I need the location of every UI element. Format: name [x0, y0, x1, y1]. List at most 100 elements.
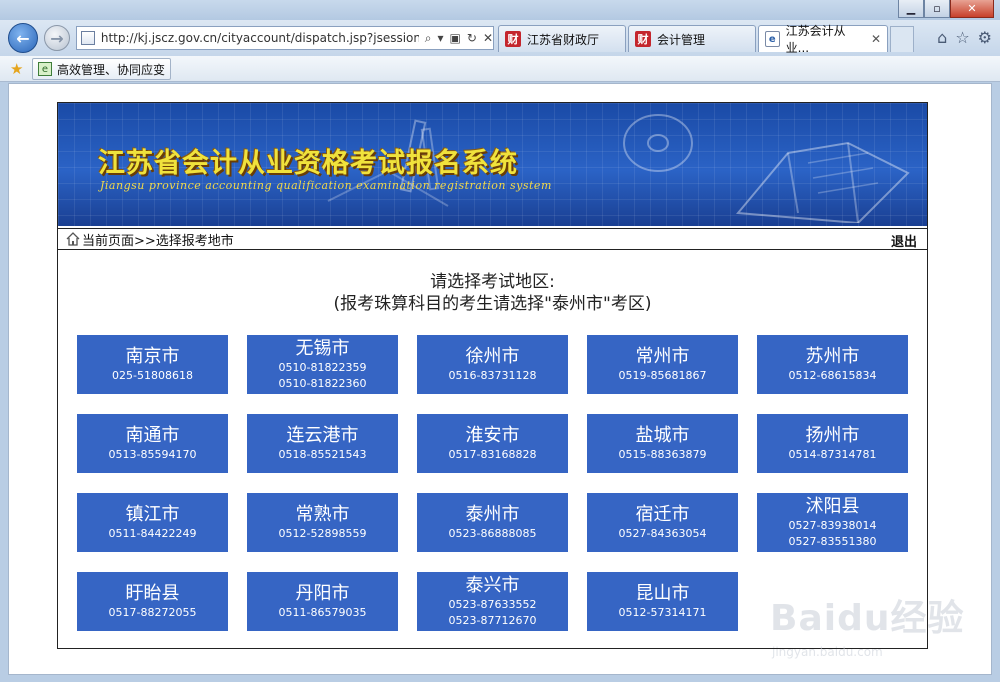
city-phone: 0514-87314781: [788, 447, 877, 461]
breadcrumb-text: 当前页面>>选择报考地市: [82, 233, 234, 249]
close-window-button[interactable]: ✕: [950, 0, 994, 18]
city-phone: 025-51808618: [112, 368, 193, 382]
city-phone: 0515-88363879: [618, 447, 707, 461]
window-controls: ▁ ▫ ✕: [898, 0, 994, 18]
logout-link[interactable]: 退出: [891, 231, 917, 250]
address-bar[interactable]: http://kj.jscz.gov.cn/cityaccount/dispat…: [76, 26, 494, 50]
gear-icon[interactable]: ⚙: [978, 28, 992, 47]
city-name: 泰州市: [465, 503, 520, 525]
city-button[interactable]: 苏州市 0512-68615834: [757, 335, 908, 394]
favorites-add-icon[interactable]: ★: [10, 60, 23, 78]
city-name: 淮安市: [465, 424, 520, 446]
tab-current[interactable]: e 江苏会计从业... ✕: [758, 24, 888, 55]
city-phone: 0517-88272055: [108, 605, 197, 619]
city-button[interactable]: 南通市 0513-85594170: [77, 414, 228, 473]
city-name: 沭阳县: [805, 495, 860, 517]
back-arrow-icon: ←: [16, 28, 30, 48]
compat-view-icon[interactable]: ▣: [450, 31, 461, 46]
tab-jscz[interactable]: 财 江苏省财政厅: [498, 25, 626, 52]
city-button[interactable]: 沭阳县 0527-83938014 0527-83551380: [757, 493, 908, 552]
search-icon[interactable]: ⌕: [425, 31, 432, 46]
city-name: 盱眙县: [125, 582, 180, 604]
tab-label: 江苏省财政厅: [527, 32, 600, 47]
minimize-button[interactable]: ▁: [898, 0, 924, 18]
city-phone: 0517-83168828: [448, 447, 537, 461]
city-button[interactable]: 南京市 025-51808618: [77, 335, 228, 394]
baidu-watermark: Baidu经验 jingyan.baidu.com: [770, 575, 990, 675]
city-name: 镇江市: [125, 503, 180, 525]
city-button[interactable]: 盐城市 0515-88363879: [587, 414, 738, 473]
city-name: 宿迁市: [635, 503, 690, 525]
page-icon: e: [765, 31, 780, 47]
address-input[interactable]: http://kj.jscz.gov.cn/cityaccount/dispat…: [101, 31, 419, 45]
city-button[interactable]: 丹阳市 0511-86579035: [247, 572, 398, 631]
region-prompt: 请选择考试地区: (报考珠算科目的考生请选择"泰州市"考区): [58, 271, 927, 315]
home-icon[interactable]: ⌂: [937, 28, 947, 47]
city-button[interactable]: 徐州市 0516-83731128: [417, 335, 568, 394]
city-phone: 0527-84363054: [618, 526, 707, 540]
tab-label: 会计管理: [657, 32, 706, 47]
maximize-button[interactable]: ▫: [924, 0, 950, 18]
city-name: 南京市: [125, 345, 180, 367]
jscz-logo-icon: 财: [505, 31, 521, 47]
page-icon: [81, 31, 95, 45]
city-name: 常熟市: [295, 503, 350, 525]
site-subtitle: Jiangsu province accounting qualificatio…: [100, 179, 552, 192]
city-name: 盐城市: [635, 424, 690, 446]
city-phone: 0512-57314171: [618, 605, 707, 619]
city-phone: 0510-81822359: [278, 360, 367, 374]
city-button[interactable]: 无锡市 0510-81822359 0510-81822360: [247, 335, 398, 394]
city-button[interactable]: 扬州市 0514-87314781: [757, 414, 908, 473]
favorites-star-icon[interactable]: ☆: [955, 28, 969, 47]
close-tab-icon[interactable]: ✕: [871, 32, 881, 46]
prompt-line-1: 请选择考试地区:: [430, 272, 555, 292]
city-phone: 0511-84422249: [108, 526, 197, 540]
city-phone: 0523-87633552: [448, 597, 537, 611]
favorite-label: 高效管理、协同应变: [57, 62, 166, 77]
jscz-logo-icon: 财: [635, 31, 651, 47]
city-button[interactable]: 连云港市 0518-85521543: [247, 414, 398, 473]
city-phone: 0516-83731128: [448, 368, 537, 382]
back-button[interactable]: ←: [8, 23, 38, 53]
refresh-icon[interactable]: ↻: [467, 31, 477, 46]
city-phone: 0510-81822360: [278, 376, 367, 390]
city-name: 丹阳市: [295, 582, 350, 604]
city-name: 连云港市: [286, 424, 359, 446]
city-phone: 0518-85521543: [278, 447, 367, 461]
city-button[interactable]: 常州市 0519-85681867: [587, 335, 738, 394]
city-button[interactable]: 镇江市 0511-84422249: [77, 493, 228, 552]
book-illustration: [623, 114, 910, 223]
city-phone: 0512-52898559: [278, 526, 367, 540]
watermark-url: jingyan.baidu.com: [772, 645, 883, 659]
city-button[interactable]: 淮安市 0517-83168828: [417, 414, 568, 473]
city-button[interactable]: 盱眙县 0517-88272055: [77, 572, 228, 631]
city-name: 徐州市: [465, 345, 520, 367]
dropdown-icon[interactable]: ▾: [438, 31, 444, 46]
city-phone: 0523-87712670: [448, 613, 537, 627]
city-phone: 0527-83551380: [788, 534, 877, 548]
favorite-item[interactable]: e 高效管理、协同应变: [32, 58, 172, 80]
city-phone: 0523-86888085: [448, 526, 537, 540]
city-button[interactable]: 昆山市 0512-57314171: [587, 572, 738, 631]
new-tab-button[interactable]: [890, 26, 914, 52]
city-button[interactable]: 泰兴市 0523-87633552 0523-87712670: [417, 572, 568, 631]
city-name: 南通市: [125, 424, 180, 446]
city-button[interactable]: 常熟市 0512-52898559: [247, 493, 398, 552]
page-frame: 江苏省会计从业资格考试报名系统 Jiangsu province account…: [57, 102, 928, 649]
stop-icon[interactable]: ✕: [483, 31, 493, 46]
browser-navbar: ← → http://kj.jscz.gov.cn/cityaccount/di…: [0, 20, 1000, 56]
header-banner: 江苏省会计从业资格考试报名系统 Jiangsu province account…: [58, 103, 927, 226]
city-phone: 0513-85594170: [108, 447, 197, 461]
watermark-brand: Baidu经验: [770, 598, 965, 639]
city-button[interactable]: 宿迁市 0527-84363054: [587, 493, 738, 552]
city-phone: 0519-85681867: [618, 368, 707, 382]
tab-label: 江苏会计从业...: [785, 24, 846, 55]
forward-button[interactable]: →: [44, 25, 70, 51]
address-tools: ⌕ ▾ ▣ ↻ ✕: [425, 31, 493, 46]
ie-page-icon: e: [38, 62, 52, 76]
breadcrumb: 当前页面>>选择报考地市 退出: [58, 228, 927, 250]
tab-accounting[interactable]: 财 会计管理: [628, 25, 756, 52]
city-button[interactable]: 泰州市 0523-86888085: [417, 493, 568, 552]
city-phone: 0527-83938014: [788, 518, 877, 532]
city-name: 扬州市: [805, 424, 860, 446]
